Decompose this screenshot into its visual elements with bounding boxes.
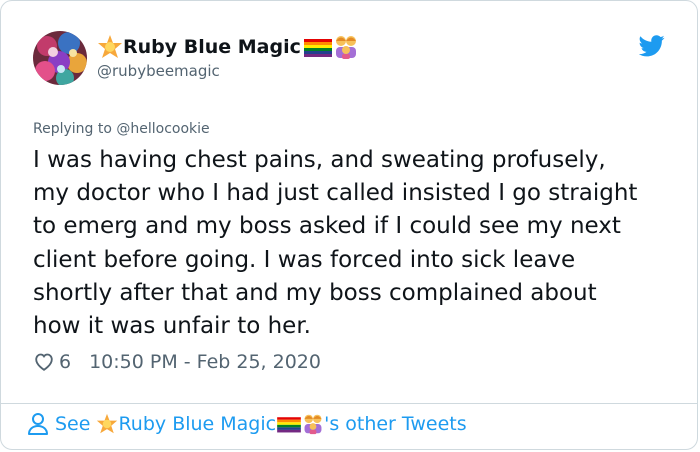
see-label: See xyxy=(55,413,91,435)
family-emoji-icon xyxy=(302,413,324,435)
author-handle[interactable]: @rubybeemagic xyxy=(97,61,359,81)
rainbow-flag-icon xyxy=(303,34,333,60)
family-emoji-icon xyxy=(333,34,359,60)
reply-prefix: Replying to xyxy=(33,121,117,137)
heart-icon[interactable] xyxy=(33,351,55,373)
star-emoji-icon xyxy=(96,413,118,435)
tweet-timestamp[interactable]: 10:50 PM - Feb 25, 2020 xyxy=(89,351,321,373)
person-icon xyxy=(27,412,49,436)
like-count: 6 xyxy=(59,351,72,373)
footer-suffix: 's other Tweets xyxy=(324,413,467,435)
tweet-card[interactable]: Ruby Blue Magic @rubybeemagic Replying t… xyxy=(0,0,698,450)
star-emoji-icon xyxy=(97,34,123,60)
tweet-text: I was having chest pains, and sweating p… xyxy=(33,147,638,340)
twitter-bird-icon[interactable] xyxy=(638,35,665,57)
reply-context: Replying to @hellocookie xyxy=(33,121,210,137)
rainbow-flag-icon xyxy=(276,413,302,435)
avatar[interactable] xyxy=(33,31,87,85)
author-name: Ruby Blue Magic xyxy=(123,36,301,58)
tweet-meta: 6 10:50 PM - Feb 25, 2020 xyxy=(33,351,321,373)
divider xyxy=(1,403,697,404)
see-other-tweets-link[interactable]: See Ruby Blue Magic 's other Tweets xyxy=(27,412,467,436)
footer-author-name: Ruby Blue Magic xyxy=(118,413,277,435)
tweet-header: Ruby Blue Magic @rubybeemagic xyxy=(33,31,667,91)
reply-to-handle[interactable]: @hellocookie xyxy=(116,121,209,137)
author-name-row[interactable]: Ruby Blue Magic xyxy=(97,34,359,60)
